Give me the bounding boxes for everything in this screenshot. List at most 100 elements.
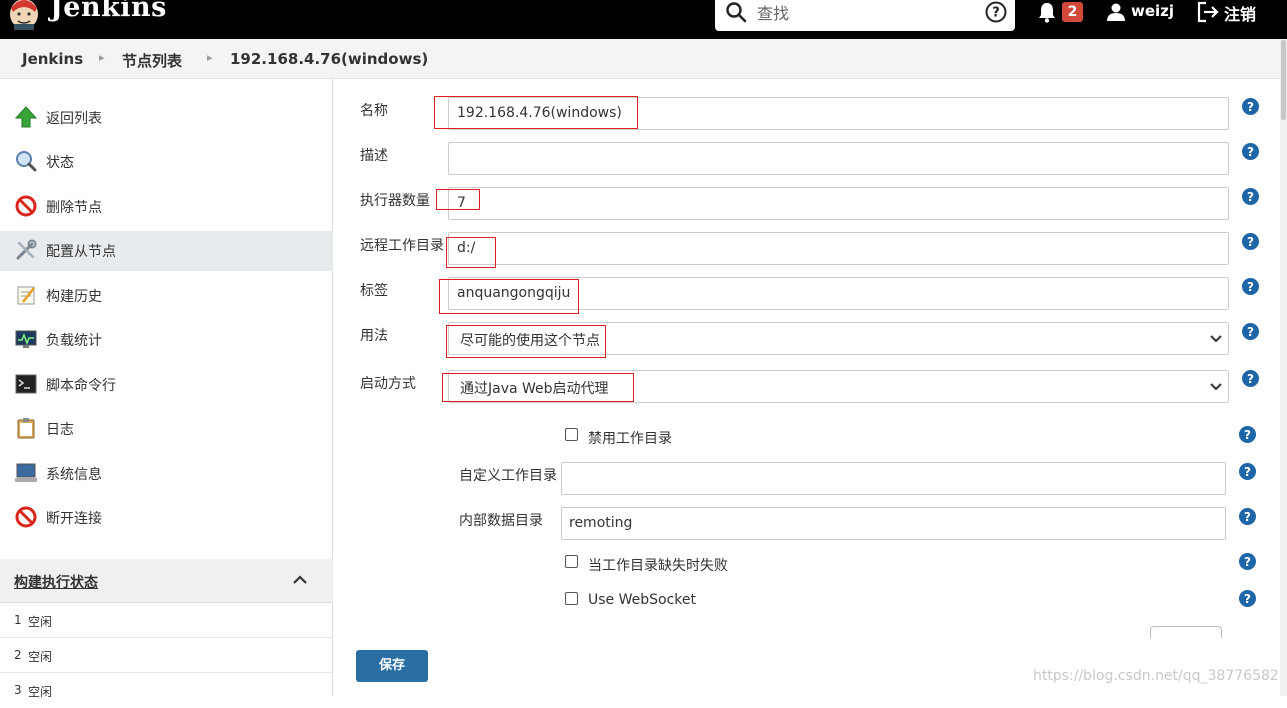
help-icon[interactable]: ?: [1242, 370, 1259, 387]
executor-number: 3: [14, 683, 22, 697]
help-icon[interactable]: ?: [1242, 278, 1259, 295]
sidebar-item-log[interactable]: 日志: [0, 409, 333, 449]
launch-method-select-value: 通过Java Web启动代理: [460, 381, 609, 397]
sidebar-item-label: 日志: [46, 422, 74, 438]
help-icon[interactable]: ?: [1242, 233, 1259, 250]
fail-if-missing-checkbox[interactable]: [565, 555, 578, 568]
svg-text:?: ?: [1247, 235, 1254, 249]
notification-badge[interactable]: 2: [1062, 2, 1083, 22]
watermark: https://blog.csdn.net/qq_38776582: [1033, 668, 1279, 684]
websocket-label: Use WebSocket: [588, 592, 696, 608]
help-icon[interactable]: ?: [1239, 508, 1256, 525]
magnifier-icon: [16, 151, 37, 172]
breadcrumb-separator-icon: ▸: [207, 51, 213, 64]
sidebar-item-system-info[interactable]: 系统信息: [0, 454, 333, 494]
sidebar-item-build-history[interactable]: 构建历史: [0, 276, 333, 316]
computer-icon: [15, 463, 37, 482]
help-icon[interactable]: ?: [985, 1, 1007, 23]
usage-select[interactable]: 尽可能的使用这个节点: [448, 322, 1229, 355]
breadcrumb-nodes[interactable]: 节点列表: [122, 50, 182, 71]
help-icon[interactable]: ?: [1242, 98, 1259, 115]
svg-text:?: ?: [1247, 145, 1254, 159]
disable-workdir-checkbox[interactable]: [565, 428, 578, 441]
executor-number: 1: [14, 613, 22, 627]
sidebar-item-script-console[interactable]: 脚本命令行: [0, 365, 333, 405]
executor-panel-header: 构建执行状态: [0, 559, 333, 603]
logout-icon[interactable]: [1197, 1, 1221, 23]
sidebar-item-back-to-list[interactable]: 返回列表: [0, 98, 333, 138]
tools-icon: [16, 239, 37, 260]
search-box: ?: [715, 0, 1015, 31]
executor-panel-title[interactable]: 构建执行状态: [14, 572, 98, 592]
executor-status: 空闲: [28, 615, 53, 629]
usage-label: 用法: [360, 328, 388, 344]
sidebar-item-label: 删除节点: [46, 200, 102, 216]
user-name-link[interactable]: weizj: [1131, 2, 1174, 20]
custom-workdir-field[interactable]: [561, 462, 1226, 495]
advanced-button[interactable]: [1150, 626, 1222, 638]
internal-dir-field[interactable]: remoting: [561, 507, 1226, 540]
sidebar-item-label: 构建历史: [46, 289, 102, 305]
usage-select-value: 尽可能的使用这个节点: [460, 333, 600, 349]
brand-title[interactable]: Jenkins: [50, 0, 167, 23]
disable-workdir-label: 禁用工作目录: [588, 431, 672, 447]
sidebar-item-configure-node[interactable]: 配置从节点: [0, 231, 333, 271]
sidebar-item-label: 返回列表: [46, 111, 102, 127]
logout-link[interactable]: 注销: [1224, 1, 1256, 25]
name-field[interactable]: 192.168.4.76(windows): [448, 97, 1229, 130]
launch-method-label: 启动方式: [360, 376, 416, 392]
sidebar: 返回列表 状态 删除节点 配置从节点 构建历史 负载统计 脚本命令行 日志 系统…: [0, 79, 333, 699]
save-button[interactable]: 保存: [356, 650, 428, 682]
svg-text:?: ?: [1247, 100, 1254, 114]
sidebar-item-status[interactable]: 状态: [0, 142, 333, 182]
websocket-checkbox[interactable]: [565, 592, 578, 605]
executor-status: 空闲: [28, 650, 53, 664]
user-icon[interactable]: [1106, 2, 1126, 22]
remote-root-label: 远程工作目录: [360, 238, 444, 254]
breadcrumb: Jenkins ▸ 节点列表 ▸ 192.168.4.76(windows): [0, 39, 1287, 79]
labels-label: 标签: [360, 283, 388, 299]
sidebar-item-label: 配置从节点: [46, 244, 116, 260]
breadcrumb-jenkins[interactable]: Jenkins: [22, 50, 83, 68]
jenkins-logo-icon[interactable]: [8, 0, 40, 30]
chevron-down-icon: [1210, 383, 1222, 391]
labels-field[interactable]: anquangongqiju: [448, 277, 1229, 310]
sidebar-item-label: 脚本命令行: [46, 378, 116, 394]
description-label: 描述: [360, 148, 388, 164]
sidebar-item-disconnect[interactable]: 断开连接: [0, 498, 333, 538]
executor-row: 3 空闲: [0, 673, 333, 708]
name-label: 名称: [360, 103, 388, 119]
sidebar-item-load-stats[interactable]: 负载统计: [0, 320, 333, 360]
sidebar-item-label: 状态: [46, 155, 74, 171]
chevron-down-icon: [1210, 335, 1222, 343]
description-field[interactable]: [448, 142, 1229, 175]
svg-text:?: ?: [992, 6, 1000, 21]
help-icon[interactable]: ?: [1239, 426, 1256, 443]
help-icon[interactable]: ?: [1239, 553, 1256, 570]
svg-text:?: ?: [1244, 510, 1251, 524]
executor-row: 2 空闲: [0, 638, 333, 673]
svg-text:?: ?: [1247, 190, 1254, 204]
svg-text:?: ?: [1247, 280, 1254, 294]
breadcrumb-node[interactable]: 192.168.4.76(windows): [230, 50, 428, 68]
launch-method-select[interactable]: 通过Java Web启动代理: [448, 370, 1229, 403]
bell-icon[interactable]: [1037, 1, 1057, 23]
search-input[interactable]: [757, 1, 977, 25]
help-icon[interactable]: ?: [1239, 463, 1256, 480]
chevron-up-icon[interactable]: [292, 573, 308, 587]
sidebar-item-label: 负载统计: [46, 333, 102, 349]
help-icon[interactable]: ?: [1239, 590, 1256, 607]
help-icon[interactable]: ?: [1242, 323, 1259, 340]
page-scrollbar[interactable]: [1280, 39, 1287, 696]
scrollbar-thumb[interactable]: [1281, 40, 1286, 120]
executors-field[interactable]: 7: [448, 187, 1229, 220]
svg-text:?: ?: [1244, 465, 1251, 479]
sidebar-item-label: 断开连接: [46, 511, 102, 527]
help-icon[interactable]: ?: [1242, 188, 1259, 205]
help-icon[interactable]: ?: [1242, 143, 1259, 160]
executor-row: 1 空闲: [0, 603, 333, 638]
sidebar-item-delete-node[interactable]: 删除节点: [0, 187, 333, 227]
fail-if-missing-label: 当工作目录缺失时失败: [588, 558, 728, 574]
executors-label: 执行器数量: [360, 193, 430, 209]
remote-root-field[interactable]: d:/: [448, 232, 1229, 265]
